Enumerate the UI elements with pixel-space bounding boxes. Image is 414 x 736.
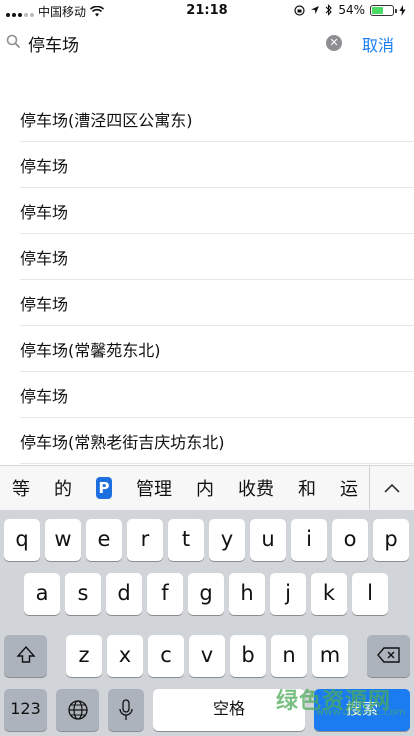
key-r[interactable]: r (127, 519, 163, 561)
search-key[interactable]: 搜索 (314, 689, 410, 731)
battery-fill (372, 6, 383, 14)
key-z[interactable]: z (66, 635, 102, 677)
status-right: 54% (294, 3, 406, 17)
key-i[interactable]: i (291, 519, 327, 561)
key-j[interactable]: j (270, 573, 306, 615)
space-key[interactable]: 空格 (153, 689, 305, 731)
globe-icon (67, 700, 88, 720)
result-item[interactable]: 停车场 (20, 188, 414, 234)
candidate-word[interactable]: 和 (298, 475, 316, 501)
backspace-key[interactable] (367, 635, 410, 677)
location-arrow-icon (311, 6, 320, 14)
candidate-bar: 等的 P 管理内收费和运 (0, 465, 414, 510)
key-h[interactable]: h (229, 573, 265, 615)
shift-icon (15, 645, 36, 663)
result-item[interactable]: 停车场(常熟老街吉庆坊东北) (20, 418, 414, 464)
key-c[interactable]: c (148, 635, 184, 677)
result-label: 停车场 (20, 387, 69, 406)
battery-percent: 54% (338, 3, 365, 17)
search-bar: 停车场 ✕ 取消 (0, 26, 414, 60)
microphone-icon (119, 699, 133, 720)
parking-emoji-candidate[interactable]: P (96, 477, 112, 499)
collapse-candidates-button[interactable] (369, 466, 414, 510)
result-item[interactable]: 停车场 (20, 142, 414, 188)
key-w[interactable]: w (45, 519, 81, 561)
key-x[interactable]: x (107, 635, 143, 677)
globe-key[interactable] (56, 689, 99, 731)
charging-bolt-icon (399, 4, 406, 16)
shift-key[interactable] (4, 635, 47, 677)
key-b[interactable]: b (230, 635, 266, 677)
result-label: 停车场 (20, 157, 69, 176)
key-p[interactable]: p (373, 519, 409, 561)
result-item[interactable]: 停车场(漕泾四区公寓东) (20, 96, 414, 142)
result-item[interactable]: 停车场 (20, 234, 414, 280)
candidate-words: 等的 P 管理内收费和运 (0, 466, 370, 510)
numbers-key[interactable]: 123 (4, 689, 47, 731)
result-label: 停车场 (20, 203, 69, 222)
result-item[interactable]: 停车场(常馨苑东北) (20, 326, 414, 372)
dictation-key[interactable] (108, 689, 144, 731)
candidate-word[interactable]: 的 (54, 475, 72, 501)
key-d[interactable]: d (106, 573, 142, 615)
key-o[interactable]: o (332, 519, 368, 561)
result-label: 停车场(漕泾四区公寓东) (20, 111, 193, 130)
chevron-up-icon (384, 483, 400, 493)
key-e[interactable]: e (86, 519, 122, 561)
search-input[interactable]: 停车场 (28, 31, 79, 56)
result-item[interactable]: 停车场 (20, 372, 414, 418)
results-list: 停车场(漕泾四区公寓东) 停车场 停车场 停车场 停车场 停车场(常馨苑东北) 停车场 停车场… (0, 96, 414, 464)
candidate-word[interactable]: 内 (196, 475, 214, 501)
key-y[interactable]: y (209, 519, 245, 561)
clear-search-icon[interactable]: ✕ (326, 35, 342, 51)
candidate-word[interactable]: 运 (340, 475, 358, 501)
result-item[interactable]: 停车场 (20, 280, 414, 326)
key-t[interactable]: t (168, 519, 204, 561)
candidate-word[interactable]: 收费 (238, 475, 274, 501)
status-bar: 中国移动 21:18 54% (0, 0, 414, 22)
candidate-word[interactable]: 等 (12, 475, 30, 501)
search-icon (6, 34, 20, 48)
key-f[interactable]: f (147, 573, 183, 615)
battery-icon (370, 4, 397, 16)
key-u[interactable]: u (250, 519, 286, 561)
key-v[interactable]: v (189, 635, 225, 677)
key-m[interactable]: m (312, 635, 348, 677)
key-k[interactable]: k (311, 573, 347, 615)
result-label: 停车场 (20, 295, 69, 314)
key-q[interactable]: q (4, 519, 40, 561)
result-label: 停车场 (20, 249, 69, 268)
key-n[interactable]: n (271, 635, 307, 677)
bluetooth-icon (325, 4, 333, 16)
result-label: 停车场(常馨苑东北) (20, 341, 161, 360)
result-label: 停车场(常熟老街吉庆坊东北) (20, 433, 225, 452)
key-l[interactable]: l (352, 573, 388, 615)
cancel-button[interactable]: 取消 (362, 32, 394, 56)
backspace-icon (376, 647, 400, 663)
key-a[interactable]: a (24, 573, 60, 615)
candidate-word[interactable]: 管理 (136, 475, 172, 501)
orientation-lock-icon (294, 4, 305, 16)
key-s[interactable]: s (65, 573, 101, 615)
key-g[interactable]: g (188, 573, 224, 615)
keyboard: 123 空格 搜索 qwertyuiop asdfghjkl zxcvbnm (0, 510, 414, 736)
